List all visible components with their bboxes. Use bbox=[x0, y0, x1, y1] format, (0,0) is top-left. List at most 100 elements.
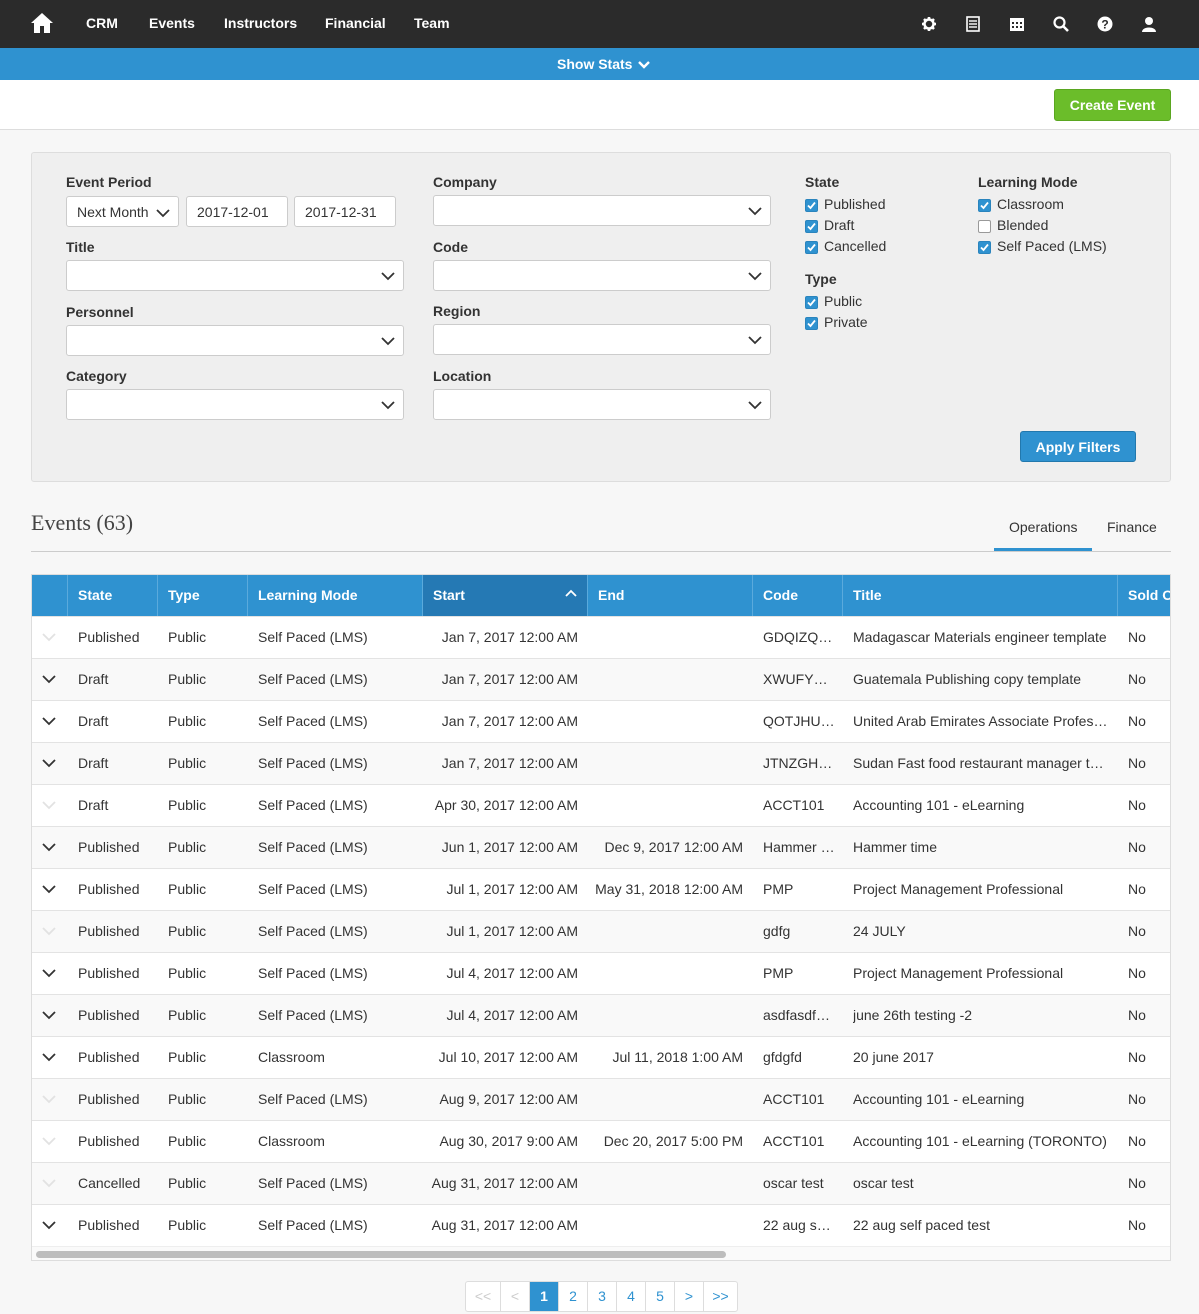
date-from-input[interactable] bbox=[186, 196, 288, 227]
column-header-sold-out[interactable]: Sold Out bbox=[1118, 575, 1170, 616]
page-button[interactable]: 2 bbox=[558, 1282, 587, 1311]
cell-state: Published bbox=[78, 923, 140, 939]
expand-chevron-icon[interactable] bbox=[42, 925, 56, 937]
user-icon[interactable] bbox=[1140, 15, 1158, 33]
table-header: State Type Learning Mode Start End Code … bbox=[32, 575, 1170, 616]
calendar-icon[interactable] bbox=[1008, 15, 1026, 33]
home-icon[interactable] bbox=[30, 11, 54, 35]
chevron-down-icon bbox=[748, 336, 762, 345]
checkbox-box[interactable] bbox=[805, 241, 818, 254]
code-select[interactable] bbox=[433, 260, 771, 291]
table-row[interactable]: Draft Public Self Paced (LMS) Jan 7, 2017 1… bbox=[32, 742, 1170, 784]
checkbox-box[interactable] bbox=[805, 296, 818, 309]
category-select[interactable] bbox=[66, 389, 404, 420]
expand-chevron-icon[interactable] bbox=[42, 715, 56, 727]
expand-chevron-icon[interactable] bbox=[42, 1219, 56, 1231]
table-row[interactable]: Published Public Self Paced (LMS) Jan 7, 20… bbox=[32, 616, 1170, 658]
expand-chevron-icon[interactable] bbox=[42, 1093, 56, 1105]
column-header-state[interactable]: State bbox=[68, 575, 158, 616]
table-row[interactable]: Published Public Self Paced (LMS) Jul 4, 20… bbox=[32, 994, 1170, 1036]
expand-chevron-icon[interactable] bbox=[42, 841, 56, 853]
page-button[interactable]: 1 bbox=[529, 1282, 558, 1311]
expand-chevron-icon[interactable] bbox=[42, 1177, 56, 1189]
table-row[interactable]: Published Public Self Paced (LMS) Aug 31, 2… bbox=[32, 1204, 1170, 1246]
personnel-select[interactable] bbox=[66, 325, 404, 356]
column-header-title[interactable]: Title bbox=[843, 575, 1118, 616]
expand-chevron-icon[interactable] bbox=[42, 799, 56, 811]
table-row[interactable]: Draft Public Self Paced (LMS) Apr 30, 2017 … bbox=[32, 784, 1170, 826]
create-event-button[interactable]: Create Event bbox=[1054, 89, 1171, 121]
scrollbar-thumb[interactable] bbox=[36, 1251, 726, 1258]
nav-events[interactable]: Events bbox=[149, 15, 195, 31]
nav-crm[interactable]: CRM bbox=[86, 15, 118, 31]
column-header-expand bbox=[32, 575, 68, 616]
table-row[interactable]: Published Public Classroom Jul 10, 2017 12:… bbox=[32, 1036, 1170, 1078]
event-period-select[interactable]: Next Month bbox=[66, 196, 179, 227]
expand-chevron-icon[interactable] bbox=[42, 967, 56, 979]
table-row[interactable]: Published Public Self Paced (LMS) Jun 1, 20… bbox=[32, 826, 1170, 868]
cell-code: ACCT101 bbox=[763, 1091, 825, 1107]
page-button[interactable]: 3 bbox=[587, 1282, 616, 1311]
expand-chevron-icon[interactable] bbox=[42, 1051, 56, 1063]
checkbox-box[interactable] bbox=[978, 220, 991, 233]
page-button[interactable]: >> bbox=[703, 1282, 737, 1311]
apply-filters-button[interactable]: Apply Filters bbox=[1020, 431, 1136, 462]
title-select[interactable] bbox=[66, 260, 404, 291]
column-header-code[interactable]: Code bbox=[753, 575, 843, 616]
cell-title: june 26th testing -2 bbox=[853, 1007, 973, 1023]
table-row[interactable]: Cancelled Public Self Paced (LMS) Aug 31, 2… bbox=[32, 1162, 1170, 1204]
expand-chevron-icon[interactable] bbox=[42, 1009, 56, 1021]
checkbox-box[interactable] bbox=[805, 199, 818, 212]
region-select[interactable] bbox=[433, 324, 771, 355]
code-label: Code bbox=[433, 239, 468, 255]
column-header-start[interactable]: Start bbox=[423, 575, 588, 616]
cell-code: GDQIZQVG bbox=[763, 629, 835, 645]
checkbox-box[interactable] bbox=[978, 199, 991, 212]
expand-chevron-icon[interactable] bbox=[42, 883, 56, 895]
expand-chevron-icon[interactable] bbox=[42, 631, 56, 643]
checkbox-box[interactable] bbox=[805, 220, 818, 233]
column-header-learning-mode[interactable]: Learning Mode bbox=[248, 575, 423, 616]
cell-state: Published bbox=[78, 965, 140, 981]
horizontal-scrollbar[interactable] bbox=[32, 1246, 1170, 1260]
page-button[interactable]: 5 bbox=[645, 1282, 674, 1311]
checkbox-box[interactable] bbox=[978, 241, 991, 254]
nav-financial[interactable]: Financial bbox=[325, 15, 386, 31]
location-select[interactable] bbox=[433, 389, 771, 420]
table-row[interactable]: Draft Public Self Paced (LMS) Jan 7, 2017 1… bbox=[32, 658, 1170, 700]
list-icon[interactable] bbox=[964, 15, 982, 33]
column-header-type[interactable]: Type bbox=[158, 575, 248, 616]
expand-chevron-icon[interactable] bbox=[42, 1135, 56, 1147]
page-button[interactable]: 4 bbox=[616, 1282, 645, 1311]
checkbox-box[interactable] bbox=[805, 317, 818, 330]
cell-mode: Self Paced (LMS) bbox=[258, 1217, 368, 1233]
company-select[interactable] bbox=[433, 195, 771, 226]
table-row[interactable]: Published Public Self Paced (LMS) Jul 4, 20… bbox=[32, 952, 1170, 994]
table-row[interactable]: Published Public Self Paced (LMS) Aug 9, 20… bbox=[32, 1078, 1170, 1120]
page-header: Create Event bbox=[0, 80, 1199, 130]
table-row[interactable]: Published Public Self Paced (LMS) Jul 1, 20… bbox=[32, 910, 1170, 952]
nav-instructors[interactable]: Instructors bbox=[224, 15, 297, 31]
expand-chevron-icon[interactable] bbox=[42, 757, 56, 769]
cell-start: Apr 30, 2017 12:00 AM bbox=[434, 797, 578, 813]
cell-end bbox=[588, 1205, 743, 1246]
search-icon[interactable] bbox=[1052, 15, 1070, 33]
page-button[interactable]: << bbox=[466, 1282, 500, 1311]
tab-finance[interactable]: Finance bbox=[1107, 519, 1157, 535]
table-row[interactable]: Draft Public Self Paced (LMS) Jan 7, 2017 1… bbox=[32, 700, 1170, 742]
page-button[interactable]: > bbox=[674, 1282, 703, 1311]
page-button[interactable]: < bbox=[500, 1282, 529, 1311]
date-to-input[interactable] bbox=[294, 196, 396, 227]
tab-operations[interactable]: Operations bbox=[1009, 519, 1077, 535]
nav-team[interactable]: Team bbox=[414, 15, 450, 31]
show-stats-toggle[interactable]: Show Stats bbox=[557, 56, 651, 72]
expand-chevron-icon[interactable] bbox=[42, 673, 56, 685]
gear-icon[interactable] bbox=[920, 15, 938, 33]
checkmark-icon bbox=[807, 243, 816, 252]
cell-state: Published bbox=[78, 1133, 140, 1149]
cell-type: Public bbox=[168, 629, 207, 645]
column-header-end[interactable]: End bbox=[588, 575, 753, 616]
table-row[interactable]: Published Public Self Paced (LMS) Jul 1, 20… bbox=[32, 868, 1170, 910]
help-icon[interactable]: ? bbox=[1096, 15, 1114, 33]
table-row[interactable]: Published Public Classroom Aug 30, 2017 9:0… bbox=[32, 1120, 1170, 1162]
